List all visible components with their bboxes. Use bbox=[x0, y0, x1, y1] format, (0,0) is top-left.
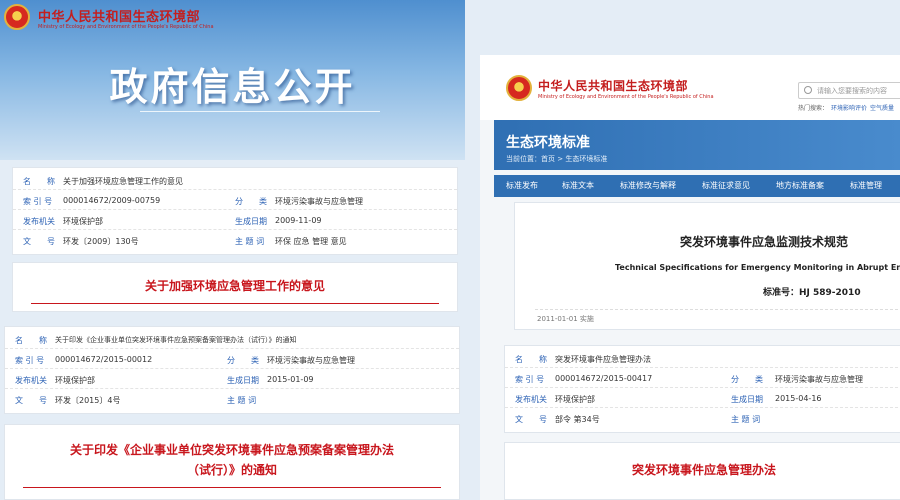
meta-row: 发布机关 环境保护部 生成日期 2015-04-16 bbox=[505, 388, 900, 408]
meta-value: 环保 应急 管理 意见 bbox=[275, 237, 347, 246]
meta-label: 索 引 号 bbox=[23, 197, 53, 206]
standard-nav: 标准发布 标准文本 标准修改与解释 标准征求意见 地方标准备案 标准管理 bbox=[494, 175, 900, 197]
page-title: 政府信息公开 bbox=[109, 65, 356, 109]
meta-value: 部令 第34号 bbox=[555, 415, 600, 424]
meta-label: 生成日期 bbox=[227, 376, 259, 385]
meta-label: 文 号 bbox=[15, 396, 47, 405]
hot-search-link[interactable]: 空气质量 bbox=[870, 105, 894, 112]
meta-label: 主 题 词 bbox=[227, 396, 257, 405]
meta-label: 索 引 号 bbox=[515, 375, 545, 384]
meta-label: 文 号 bbox=[515, 415, 547, 424]
meta-row: 名 称 关于加强环境应急管理工作的意见 bbox=[13, 170, 457, 190]
ministry-name: 中华人民共和国生态环境部 bbox=[38, 10, 201, 25]
meta-row: 索 引 号 000014672/2009-00759 分 类 环境污染事故与应急… bbox=[13, 190, 457, 210]
meta-row: 文 号 环发〔2015〕4号 主 题 词 bbox=[5, 389, 459, 409]
nav-item[interactable]: 地方标准备案 bbox=[776, 180, 824, 191]
hot-search-label: 热门搜索： bbox=[798, 105, 829, 112]
meta-label: 发布机关 bbox=[23, 217, 55, 226]
meta-row: 索 引 号 000014672/2015-00417 分 类 环境污染事故与应急… bbox=[505, 368, 900, 388]
search-icon[interactable] bbox=[804, 86, 812, 94]
doc2-title-line1[interactable]: 关于印发《企业事业单位突发环境事件应急预案备案管理办法 bbox=[5, 441, 459, 458]
implementation-date: 2011-01-01 实施 bbox=[537, 315, 594, 323]
doc3-title-card: 突发环境事件应急管理办法 bbox=[504, 442, 900, 500]
meta-value: 2009-11-09 bbox=[275, 216, 322, 225]
meta-label: 主 题 词 bbox=[731, 415, 761, 424]
meta-row: 名 称 突发环境事件应急管理办法 bbox=[505, 348, 900, 368]
meta-value: 环境保护部 bbox=[63, 217, 103, 226]
meta-value: 环发〔2015〕4号 bbox=[55, 396, 121, 405]
hot-search: 热门搜索： 环境影响评价 空气质量 bbox=[798, 103, 894, 112]
meta-value: 环发〔2009〕130号 bbox=[63, 237, 139, 246]
search-input[interactable]: 请输入您要搜索的内容 bbox=[798, 82, 900, 99]
divider bbox=[535, 309, 900, 310]
meta-label: 名 称 bbox=[23, 177, 55, 186]
meta-label: 分 类 bbox=[731, 375, 763, 384]
meta-label: 文 号 bbox=[23, 237, 55, 246]
doc2-metadata: 名 称 关于印发《企业事业单位突发环境事件应急预案备案管理办法（试行）》的通知 … bbox=[4, 326, 460, 414]
standard-title: 突发环境事件应急监测技术规范 bbox=[679, 235, 848, 249]
meta-value: 000014672/2015-00012 bbox=[55, 355, 153, 364]
meta-row: 索 引 号 000014672/2015-00012 分 类 环境污染事故与应急… bbox=[5, 349, 459, 369]
doc1-metadata: 名 称 关于加强环境应急管理工作的意见 索 引 号 000014672/2009… bbox=[12, 167, 458, 255]
doc1-title-card: 关于加强环境应急管理工作的意见 bbox=[12, 262, 458, 312]
ministry-name: 中华人民共和国生态环境部 bbox=[538, 79, 689, 93]
standard-title-en: Technical Specifications for Emergency M… bbox=[615, 263, 900, 272]
meta-value: 突发环境事件应急管理办法 bbox=[555, 355, 651, 364]
meta-row: 文 号 环发〔2009〕130号 主 题 词 环保 应急 管理 意见 bbox=[13, 230, 457, 250]
doc3-title[interactable]: 突发环境事件应急管理办法 bbox=[505, 461, 900, 478]
meta-value: 环境保护部 bbox=[555, 395, 595, 404]
meta-value: 环境污染事故与应急管理 bbox=[275, 197, 363, 206]
left-banner: 中华人民共和国生态环境部 Ministry of Ecology and Env… bbox=[0, 0, 465, 160]
meta-row: 发布机关 环境保护部 生成日期 2009-11-09 bbox=[13, 210, 457, 230]
meta-label: 生成日期 bbox=[731, 395, 763, 404]
standard-card: 突发环境事件应急监测技术规范 Technical Specifications … bbox=[514, 202, 900, 330]
meta-row: 发布机关 环境保护部 生成日期 2015-01-09 bbox=[5, 369, 459, 389]
meta-label: 发布机关 bbox=[15, 376, 47, 385]
nav-item[interactable]: 标准发布 bbox=[506, 180, 538, 191]
right-panel: 中华人民共和国生态环境部 Ministry of Ecology and Env… bbox=[480, 55, 900, 500]
title-underline bbox=[140, 111, 380, 112]
doc2-title-line2[interactable]: （试行）》的通知 bbox=[5, 461, 459, 478]
hot-search-link[interactable]: 环境影响评价 bbox=[831, 105, 867, 112]
meta-value: 000014672/2015-00417 bbox=[555, 374, 653, 383]
standard-number: 标准号：HJ 589-2010 bbox=[763, 288, 861, 298]
doc2-title-card: 关于印发《企业事业单位突发环境事件应急预案备案管理办法 （试行）》的通知 bbox=[4, 424, 460, 500]
meta-label: 分 类 bbox=[235, 197, 267, 206]
meta-label: 名 称 bbox=[515, 355, 547, 364]
divider bbox=[31, 303, 439, 304]
meta-value: 环境保护部 bbox=[55, 376, 95, 385]
ministry-name-en: Ministry of Ecology and Environment of t… bbox=[538, 94, 714, 100]
nav-item[interactable]: 标准管理 bbox=[850, 180, 882, 191]
meta-value: 2015-01-09 bbox=[267, 375, 314, 384]
national-emblem-icon bbox=[4, 4, 30, 30]
meta-label: 发布机关 bbox=[515, 395, 547, 404]
nav-item[interactable]: 标准文本 bbox=[562, 180, 594, 191]
right-header: 中华人民共和国生态环境部 Ministry of Ecology and Env… bbox=[480, 55, 900, 120]
section-banner: 生态环境标准 当前位置：首页 > 生态环境标准 bbox=[494, 120, 900, 170]
meta-value: 环境污染事故与应急管理 bbox=[775, 375, 863, 384]
meta-label: 主 题 词 bbox=[235, 237, 265, 246]
meta-label: 索 引 号 bbox=[15, 356, 45, 365]
national-emblem-icon bbox=[506, 75, 532, 101]
doc3-metadata: 名 称 突发环境事件应急管理办法 索 引 号 000014672/2015-00… bbox=[504, 345, 900, 433]
meta-label: 生成日期 bbox=[235, 217, 267, 226]
meta-row: 名 称 关于印发《企业事业单位突发环境事件应急预案备案管理办法（试行）》的通知 bbox=[5, 329, 459, 349]
meta-row: 文 号 部令 第34号 主 题 词 bbox=[505, 408, 900, 428]
ministry-name-en: Ministry of Ecology and Environment of t… bbox=[38, 24, 214, 30]
divider bbox=[23, 487, 441, 488]
meta-value: 000014672/2009-00759 bbox=[63, 196, 161, 205]
meta-value: 关于加强环境应急管理工作的意见 bbox=[63, 177, 183, 186]
meta-value: 环境污染事故与应急管理 bbox=[267, 356, 355, 365]
meta-value: 关于印发《企业事业单位突发环境事件应急预案备案管理办法（试行）》的通知 bbox=[55, 336, 297, 344]
breadcrumb[interactable]: 当前位置：首页 > 生态环境标准 bbox=[506, 154, 607, 164]
nav-item[interactable]: 标准征求意见 bbox=[702, 180, 750, 191]
meta-label: 名 称 bbox=[15, 336, 47, 345]
doc1-title[interactable]: 关于加强环境应急管理工作的意见 bbox=[13, 277, 457, 294]
nav-item[interactable]: 标准修改与解释 bbox=[620, 180, 676, 191]
meta-label: 分 类 bbox=[227, 356, 259, 365]
section-title: 生态环境标准 bbox=[506, 135, 590, 151]
meta-value: 2015-04-16 bbox=[775, 394, 822, 403]
